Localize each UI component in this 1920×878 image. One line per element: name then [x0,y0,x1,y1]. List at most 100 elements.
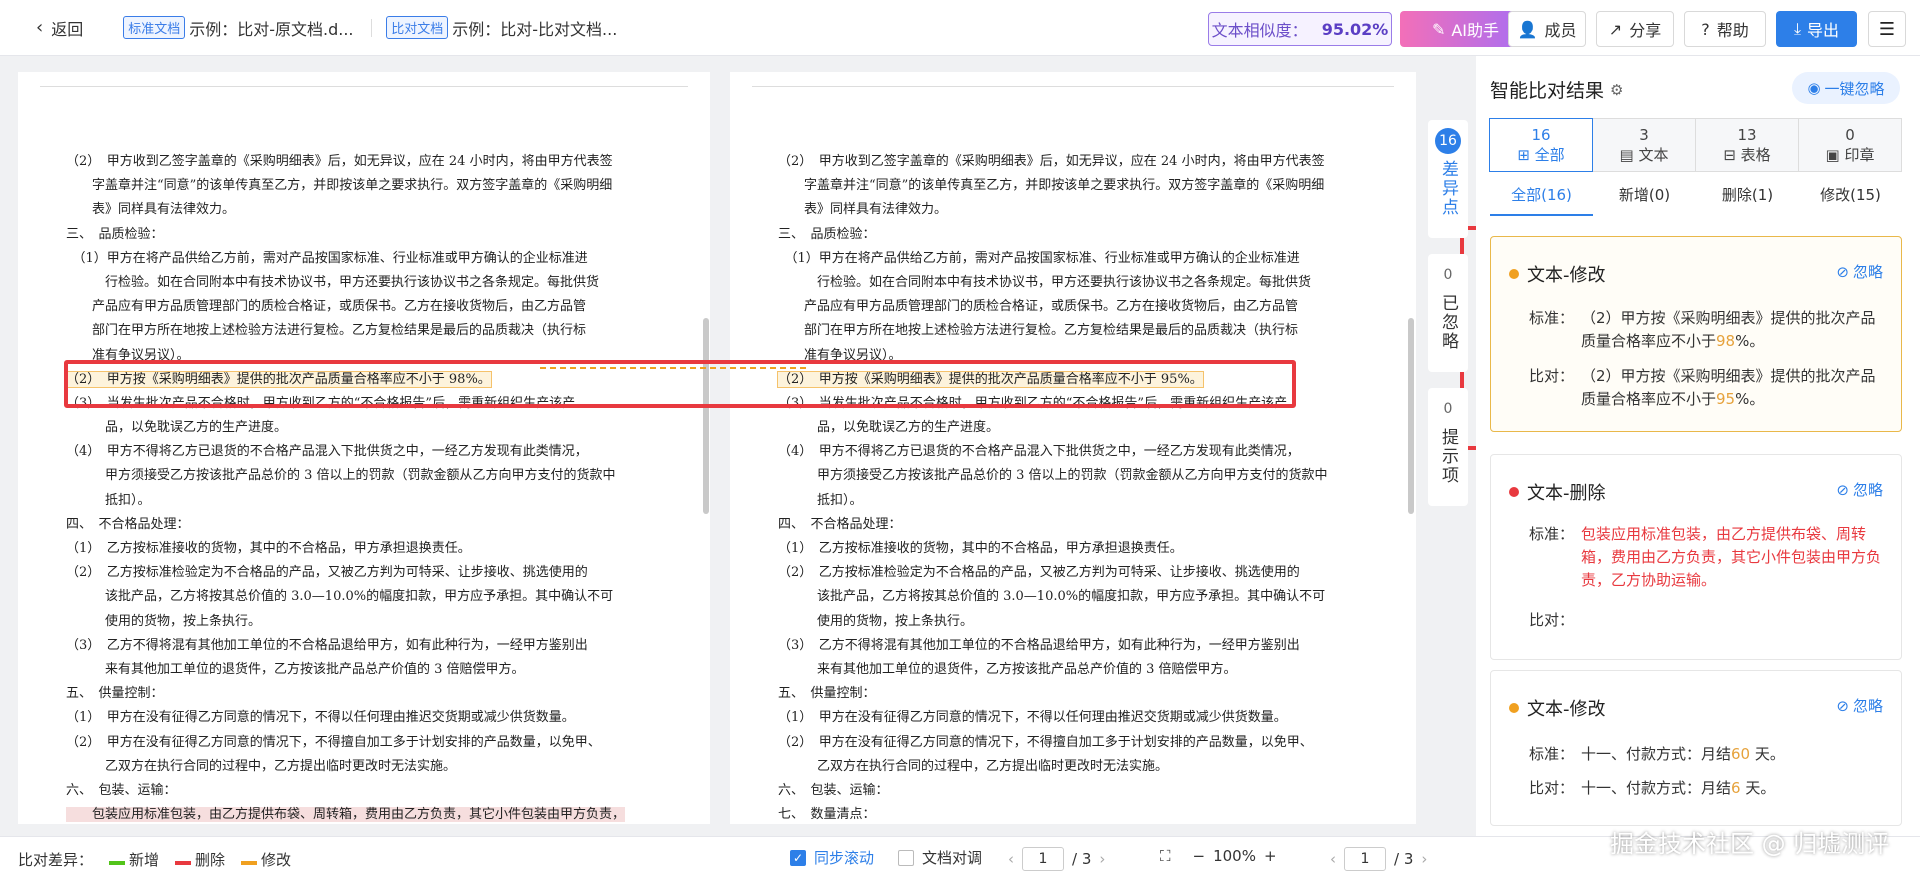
sync-scroll-toggle[interactable]: ✓ 同步滚动 [790,847,874,868]
comparison-results-panel: 智能比对结果 ⚙ ◉ 一键忽略 16 ⊞ 全部 3 ▤ 文本 13 ⊟ 表格 0… [1476,56,1920,836]
standard-document-text: （2） 甲方收到乙签字盖章的《采购明细表》后，如无异议，应在 24 小时内，将由… [65,150,676,824]
chevron-left-icon[interactable]: ‹ [1330,850,1336,868]
zoom-out-icon[interactable]: − [1193,847,1206,865]
hints-tab[interactable]: 0 提示项 [1428,388,1468,506]
tab-modified[interactable]: 修改(15) [1799,178,1902,216]
tab-added[interactable]: 新增(0) [1593,178,1696,216]
compare-doc-tag: 比对文档 [386,16,449,39]
share-button[interactable]: ↗ 分享 [1596,11,1674,47]
diff-card-title: 文本-修改 [1509,695,1606,721]
category-count: 13 [1737,126,1757,144]
document-line: （1）甲方在将产品供给乙方前，需对产品按国家标准、行业标准或甲方确认的企业标准进 [66,247,676,271]
export-label: 导出 [1807,21,1840,40]
legend-swatch [241,861,258,865]
eye-off-icon: ⊘ [1836,696,1849,715]
ignore-label: 忽略 [1852,263,1883,281]
standard-doc-name: 示例：比对-原文档.d... [189,19,354,39]
fullscreen-icon[interactable]: ⛶ [1160,847,1171,865]
tab-deleted[interactable]: 删除(1) [1696,178,1799,216]
page-input-left[interactable]: 1 [1022,847,1064,871]
document-line-text: （1） 甲方在没有征得乙方同意的情况下，不得以任何理由推迟交货期或减少供货数量。 [66,710,575,726]
standard-document-page[interactable]: （2） 甲方收到乙签字盖章的《采购明细表》后，如无异议，应在 24 小时内，将由… [18,72,710,824]
zoom-in-icon[interactable]: + [1264,847,1277,865]
document-line-text: 甲方须接受乙方按该批产品总价的 3 倍以上的罚款（罚款金额从乙方向甲方支付的货款… [778,468,1328,484]
document-line: 该批产品，乙方将按其总价值的 3.0—10.0%的幅度扣款，甲方应予承担。其中确… [778,585,1378,609]
document-line-text: （4） 甲方不得将乙方已退货的不合格产品混入下批供货之中，一经乙方发现有此类情况… [66,444,588,460]
export-button[interactable]: ⤓ 导出 [1776,11,1857,47]
menu-icon[interactable]: ☰ [1868,11,1906,47]
user-icon: 👤 [1517,19,1538,39]
diff-points-tab[interactable]: 16 差异点 [1428,120,1468,238]
document-line: （3） 乙方不得将混有其他加工单位的不合格品退给甲方，如有此种行为，一经甲方鉴别… [778,634,1378,658]
document-line: （2） 乙方按标准检验定为不合格品的产品，又被乙方判为可特采、让步接收、挑选使用… [66,561,676,585]
document-line-text: 行检验。如在合同附本中有技术协议书，甲方还要执行该协议书之各条规定。每批供货 [66,274,600,290]
members-button[interactable]: 👤 成员 [1508,11,1586,47]
page-header-line [752,86,1394,87]
page-total-right: / 3 [1394,850,1414,868]
doc-swap-toggle[interactable]: 文档对调 [898,847,982,868]
document-line-text: 部门在甲方所在地按上述检验方法进行复检。乙方复检结果是最后的品质裁决（执行标 [66,323,587,339]
diff-card[interactable]: 文本-修改 ⊘ 忽略 标准： 十一、付款方式：月结60 天。 比对： 十一、付款方… [1490,670,1902,826]
chevron-left-icon[interactable]: ‹ [1008,850,1014,868]
compare-doc-selector[interactable]: 比对文档 示例：比对-比对文档... [386,16,620,40]
compare-document-page[interactable]: （2） 甲方收到乙签字盖章的《采购明细表》后，如无异议，应在 24 小时内，将由… [730,72,1416,824]
back-button[interactable]: ‹ 返回 [36,16,83,40]
document-line: 品，以免耽误乙方的生产进度。 [66,416,676,440]
ignore-button[interactable]: ⊘ 忽略 [1836,479,1883,500]
document-line: 抵扣）。 [778,489,1378,513]
checkbox-checked-icon: ✓ [790,849,806,866]
category-text[interactable]: 3 ▤ 文本 [1592,118,1696,172]
document-line: （3） 乙方不得将混有其他加工单位的不合格品退给甲方，如有此种行为，一经甲方鉴别… [66,634,676,658]
page-header-line [40,86,688,87]
similarity-label: 文本相似度： [1211,21,1308,40]
ignore-button[interactable]: ⊘ 忽略 [1836,695,1883,716]
download-icon: ⤓ [1793,19,1802,38]
diff-count: 16 [1435,128,1461,154]
document-line: 行检验。如在合同附本中有技术协议书，甲方还要执行该协议书之各条规定。每批供货 [778,271,1378,295]
page-input-right[interactable]: 1 [1344,847,1386,871]
compare-label: 比对： [1529,779,1575,797]
status-dot-icon [1509,703,1519,713]
chevron-right-icon[interactable]: › [1421,850,1427,868]
divider [371,18,373,37]
document-line: 甲方须接受乙方按该批产品总价的 3 倍以上的罚款（罚款金额从乙方向甲方支付的货款… [66,464,676,488]
standard-doc-scrollbar[interactable] [703,318,709,514]
document-line-text: （1） 甲方在没有征得乙方同意的情况下，不得以任何理由推迟交货期或减少供货数量。 [778,710,1287,726]
diff-card[interactable]: 文本-修改 ⊘ 忽略 标准： （2）甲方按《采购明细表》提供的批次产品质量合格率应… [1490,236,1902,432]
tab-all[interactable]: 全部(16) [1490,178,1593,216]
compare-row: 比对： 十一、付款方式：月结6 天。 [1529,777,1881,800]
one-click-ignore-button[interactable]: ◉ 一键忽略 [1792,72,1900,104]
ignore-button[interactable]: ⊘ 忽略 [1836,261,1883,282]
settings-icon[interactable]: ⚙ [1610,81,1623,99]
share-icon: ↗ [1608,19,1623,39]
help-icon: ? [1701,19,1710,39]
legend-label: 比对差异： [18,851,94,869]
chevron-right-icon[interactable]: › [1099,850,1105,868]
ignored-tab[interactable]: 0 已忽略 [1428,254,1468,372]
document-line-text: 乙双方在执行合同的过程中，乙方提出临时更改时无法实施。 [778,758,1169,774]
document-line-text: 部门在甲方所在地按上述检验方法进行复检。乙方复检结果是最后的品质裁决（执行标 [778,323,1299,339]
hint-label: 提示项 [1438,428,1458,485]
category-all[interactable]: 16 ⊞ 全部 [1489,118,1593,172]
document-line-text: （2） 乙方按标准检验定为不合格品的产品，又被乙方判为可特采、让步接收、挑选使用… [778,565,1300,581]
magic-wand-icon: ✎ [1431,19,1446,39]
document-line: 使用的货物，按上条执行。 [778,610,1378,634]
category-seal[interactable]: 0 ▣ 印章 [1798,118,1902,172]
standard-label: 标准： [1529,525,1575,543]
help-button[interactable]: ? 帮助 [1684,11,1766,47]
document-line-text: 字盖章并注“同意”的该单传真至乙方，并即按该单之要求执行。双方签字盖章的《采购明… [66,178,613,194]
document-line-text: 品，以免耽误乙方的生产进度。 [778,420,1000,436]
diff-card-title: 文本-删除 [1509,479,1606,505]
ignore-label: 忽略 [1852,697,1883,715]
document-line-text: 使用的货物，按上条执行。 [66,613,262,629]
document-line: 四、 不合格品处理： [66,513,676,537]
document-line: 字盖章并注“同意”的该单传真至乙方，并即按该单之要求执行。双方签字盖章的《采购明… [66,174,676,198]
standard-doc-selector[interactable]: 标准文档 示例：比对-原文档.d... [123,16,357,40]
document-line: 甲方须接受乙方按该批产品总价的 3 倍以上的罚款（罚款金额从乙方向甲方支付的货款… [778,464,1378,488]
table-icon: ⊟ [1723,146,1741,164]
category-table[interactable]: 13 ⊟ 表格 [1695,118,1799,172]
compare-doc-scrollbar[interactable] [1408,318,1414,514]
ai-assistant-label: AI助手 [1451,21,1500,40]
document-line: （2） 甲方在没有征得乙方同意的情况下，不得擅自加工多于计划安排的产品数量，以免… [778,731,1378,755]
diff-card[interactable]: 文本-删除 ⊘ 忽略 标准： 包装应用标准包装，由乙方提供布袋、周转箱，费用由乙方… [1490,454,1902,660]
